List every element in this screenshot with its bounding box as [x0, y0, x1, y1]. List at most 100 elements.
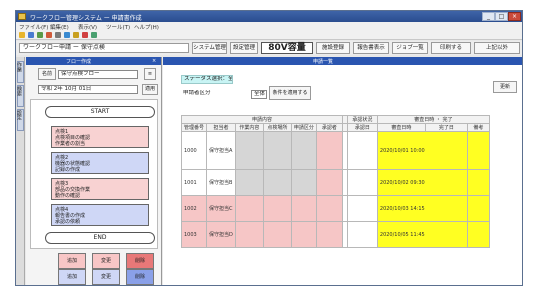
application-table: 申請内容 承認状況 審査日時 ・ 完了 管理番号 担当者 作業内容 点検場所 申…: [180, 115, 490, 248]
flow-step-line: 記録の作成: [55, 167, 81, 173]
flow-start-node[interactable]: START: [45, 106, 155, 118]
path-display: ワークフロー申請 ー 保守点検: [19, 43, 189, 53]
flow-step-1[interactable]: 点検1 点検項目の確認 作業者の割当: [51, 126, 149, 148]
column-header-location[interactable]: 点検場所: [262, 123, 292, 132]
title-bar: ワークフロー管理システム ー 申請書作成 _ □ ×: [16, 11, 522, 22]
group-header-approval: 承認状況: [346, 115, 378, 124]
cell-task: [234, 169, 264, 196]
cell-review-date: 2020/10/02 09:30: [376, 169, 468, 196]
cell-assignee: 保守担当C: [206, 195, 236, 222]
window-title: ワークフロー管理システム ー 申請書作成: [30, 15, 142, 22]
group-header-review: 審査日時 ・ 完了: [376, 115, 490, 124]
column-header-completion[interactable]: 完了日: [424, 123, 468, 132]
cell-approver: [315, 169, 343, 196]
flow-step-3[interactable]: 点検3 部品の交換作業 動作の確認: [51, 178, 149, 200]
new-file-icon[interactable]: [37, 32, 43, 38]
side-tab-work[interactable]: 作業: [16, 61, 24, 83]
cell-approval-date: [346, 221, 378, 248]
applicant-type-label: 申請者区分: [183, 90, 211, 96]
palette-delete-button[interactable]: 削除: [126, 253, 154, 269]
app-window: ワークフロー管理システム ー 申請書作成 _ □ × ファイル(F) 編集(E)…: [15, 10, 523, 286]
cell-id: 1000: [180, 131, 208, 170]
print-button[interactable]: 印刷する: [431, 42, 471, 54]
column-header-approver[interactable]: 承認者: [315, 123, 343, 132]
table-row[interactable]: 1001 保守担当B 2020/10/02 09:30: [180, 169, 490, 196]
cell-category: [290, 221, 317, 248]
table-row[interactable]: 1000 保守担当A 2020/10/01 10:00: [180, 131, 490, 170]
settings-admin-button[interactable]: 設定管理: [230, 42, 258, 54]
name-button[interactable]: 名前: [38, 68, 56, 80]
application-list-panel: 申請一覧 ステータス選択：全件 申請者区分 全体 条件を適用する 更新 申請内容…: [163, 57, 522, 285]
flow-panel-header: フロー作成 ×: [26, 57, 161, 65]
flow-name-field[interactable]: 保守点検フロー: [58, 70, 138, 79]
table-row[interactable]: 1003 保守担当D 2020/10/05 11:45: [180, 221, 490, 248]
cell-assignee: 保守担当A: [206, 131, 236, 170]
icon-toolbar: [16, 30, 522, 40]
cell-review-date: 2020/10/03 14:15: [376, 195, 468, 222]
side-tab-settings[interactable]: 設定: [16, 109, 24, 131]
cell-approval-date: [346, 169, 378, 196]
palette-add-button[interactable]: 追加: [58, 253, 86, 269]
open-folder-icon[interactable]: [19, 32, 25, 38]
print-icon[interactable]: [55, 32, 61, 38]
help-icon[interactable]: [91, 32, 97, 38]
cell-review-date: 2020/10/01 10:00: [376, 131, 468, 170]
cell-id: 1003: [180, 221, 208, 248]
refresh-button[interactable]: 更新: [493, 81, 517, 93]
stop-icon[interactable]: [82, 32, 88, 38]
palette-delete-button-2[interactable]: 削除: [126, 269, 154, 285]
cell-approver: [315, 221, 343, 248]
flow-menu-icon[interactable]: ≡: [144, 68, 156, 80]
flow-step-4[interactable]: 点検4 報告書の作成 承認の依頼: [51, 204, 149, 226]
column-header-category[interactable]: 申請区分: [290, 123, 317, 132]
save-icon[interactable]: [28, 32, 34, 38]
cell-notes: [466, 221, 490, 248]
column-header-approval-date[interactable]: 承認日: [346, 123, 378, 132]
minimize-button[interactable]: _: [482, 12, 495, 21]
capacity-button[interactable]: 80V容量: [261, 42, 313, 54]
flow-step-line: 動作の確認: [55, 193, 81, 199]
cell-location: [262, 221, 292, 248]
column-header-review-date[interactable]: 審査日時: [376, 123, 426, 132]
apply-filter-button[interactable]: 条件を適用する: [269, 86, 311, 100]
settings-icon[interactable]: [73, 32, 79, 38]
column-header-assignee[interactable]: 担当者: [206, 123, 236, 132]
cell-category: [290, 131, 317, 170]
list-panel-title: 申請一覧: [313, 59, 334, 65]
report-view-button[interactable]: 報告書表示: [353, 42, 389, 54]
table-row[interactable]: 1002 保守担当C 2020/10/03 14:15: [180, 195, 490, 222]
flow-panel-close-icon[interactable]: ×: [152, 58, 156, 64]
cell-approver: [315, 195, 343, 222]
side-tab-strip: 作業 検索 設定: [16, 57, 25, 285]
palette-edit-button-2[interactable]: 変更: [92, 269, 120, 285]
cell-approver: [315, 131, 343, 170]
palette-add-button-2[interactable]: 追加: [58, 269, 86, 285]
palette-edit-button[interactable]: 変更: [92, 253, 120, 269]
date-field[interactable]: 令和 2年 10月 01日: [38, 85, 138, 94]
column-header-id[interactable]: 管理番号: [180, 123, 208, 132]
column-header-notes[interactable]: 備考: [466, 123, 490, 132]
app-icon: [18, 13, 26, 20]
other-button[interactable]: 上記以外: [474, 42, 520, 54]
facility-register-button[interactable]: 施設登録: [316, 42, 350, 54]
cell-notes: [466, 195, 490, 222]
flow-end-node[interactable]: END: [45, 232, 155, 244]
flow-step-2[interactable]: 点検2 機器の状態確認 記録の作成: [51, 152, 149, 174]
delete-icon[interactable]: [46, 32, 52, 38]
apply-date-button[interactable]: 適用: [142, 84, 158, 95]
cell-id: 1001: [180, 169, 208, 196]
cell-task: [234, 221, 264, 248]
side-tab-search[interactable]: 検索: [16, 85, 24, 107]
job-list-button[interactable]: ジョブ一覧: [392, 42, 428, 54]
group-header-content: 申請内容: [181, 115, 343, 124]
applicant-type-select[interactable]: 全体: [251, 90, 267, 99]
close-button[interactable]: ×: [508, 12, 521, 21]
menu-bar: ファイル(F) 編集(E) 表示(V) ツール(T) ヘルプ(H): [16, 22, 522, 31]
search-icon[interactable]: [64, 32, 70, 38]
system-admin-button[interactable]: システム管理: [192, 42, 227, 54]
cell-location: [262, 169, 292, 196]
cell-notes: [466, 131, 490, 170]
column-header-task[interactable]: 作業内容: [234, 123, 264, 132]
cell-review-date: 2020/10/05 11:45: [376, 221, 468, 248]
maximize-button[interactable]: □: [495, 12, 508, 21]
